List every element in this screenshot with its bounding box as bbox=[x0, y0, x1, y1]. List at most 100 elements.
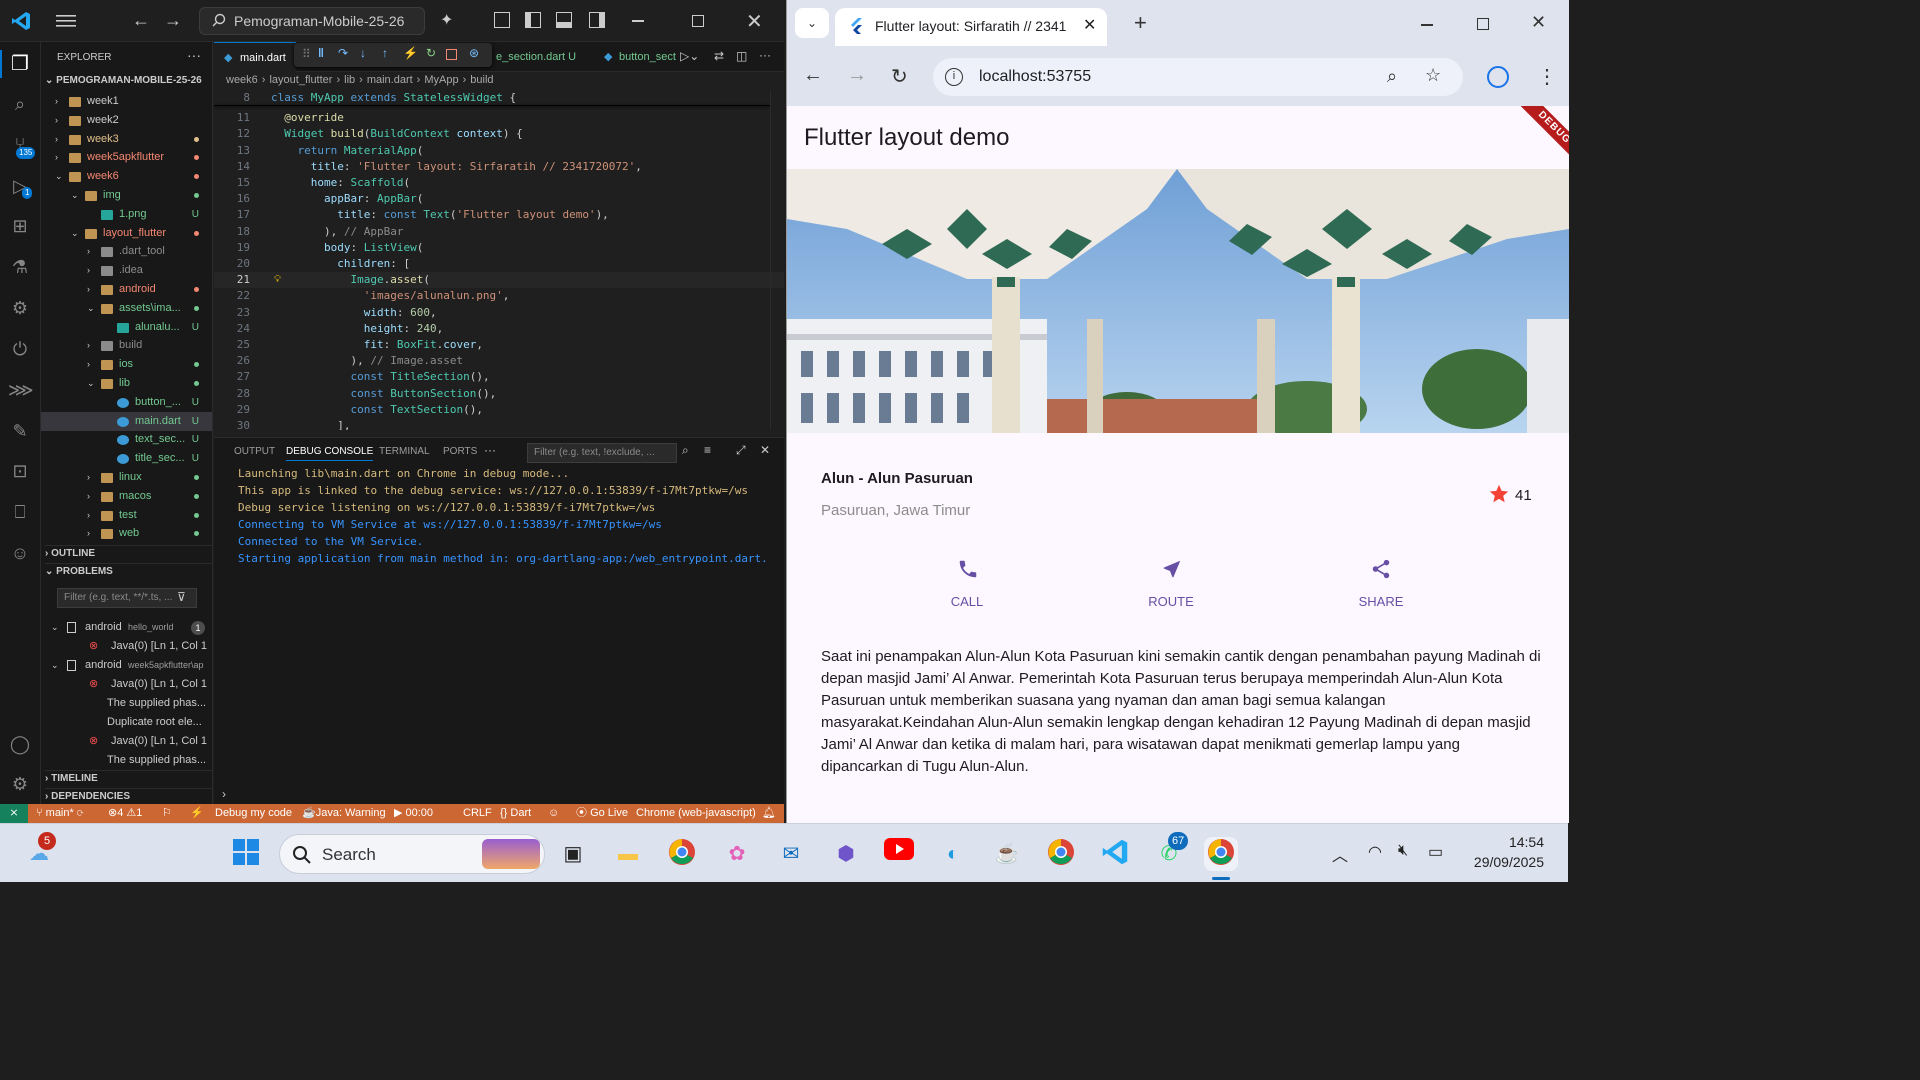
forward-arrow-icon[interactable]: → bbox=[164, 10, 182, 31]
run-icon[interactable]: ▷⌄ bbox=[680, 49, 699, 63]
breadcrumb-item[interactable]: build bbox=[470, 74, 493, 86]
tree-item[interactable]: ⌄ img bbox=[41, 186, 212, 205]
chrome-menu-icon[interactable]: ⋮ bbox=[1537, 64, 1557, 89]
command-search-box[interactable]: Pemograman-Mobile-25-26 bbox=[199, 7, 425, 35]
breadcrumb-item[interactable]: main.dart bbox=[367, 74, 413, 86]
site-info-icon[interactable]: i bbox=[945, 68, 963, 86]
breadcrumb-item[interactable]: layout_flutter bbox=[269, 74, 332, 86]
route-button[interactable]: ROUTE bbox=[1131, 556, 1211, 616]
tree-item[interactable]: › week2 bbox=[41, 111, 212, 130]
problem-item[interactable]: ⌄ android week5apkflutter\ap bbox=[41, 656, 212, 675]
account-icon[interactable]: ◯ bbox=[8, 732, 32, 756]
back-arrow-icon[interactable]: ← bbox=[132, 10, 150, 31]
tab-search-button[interactable]: ⌄ bbox=[795, 8, 829, 38]
close-icon[interactable]: ✕ bbox=[746, 9, 763, 34]
profile-icon[interactable] bbox=[1487, 66, 1509, 88]
chrome-icon[interactable] bbox=[665, 837, 699, 871]
testing-icon[interactable]: ⚗ bbox=[8, 255, 32, 279]
status-language[interactable]: {} Dart bbox=[500, 804, 531, 823]
tab-close-icon[interactable]: ✕ bbox=[1083, 15, 1096, 35]
layout-panels-icon[interactable] bbox=[494, 12, 510, 28]
tree-item[interactable]: button_... U bbox=[41, 393, 212, 412]
wifi-icon[interactable]: ◠ bbox=[1368, 842, 1382, 862]
toggle-sidebar-icon[interactable] bbox=[525, 12, 541, 28]
console-filter-input[interactable]: Filter (e.g. text, !exclude, ... bbox=[527, 443, 677, 463]
status-eol[interactable]: CRLF bbox=[463, 804, 492, 823]
problems-section[interactable]: ⌄ PROBLEMS bbox=[45, 563, 212, 577]
panel-tab[interactable]: PORTS bbox=[443, 446, 477, 457]
problem-item[interactable]: Duplicate root ele... bbox=[41, 713, 212, 732]
share-button[interactable]: SHARE bbox=[1341, 556, 1421, 616]
panel-tab[interactable]: DEBUG CONSOLE bbox=[286, 446, 374, 461]
remote-indicator-icon[interactable]: ⨯ bbox=[0, 804, 28, 823]
status-debug-config[interactable]: Debug my code bbox=[215, 804, 292, 823]
edge-icon[interactable]: ◐ bbox=[936, 837, 970, 871]
status-branch[interactable]: ⑂ main* ⟳ bbox=[36, 804, 83, 823]
dependencies-section[interactable]: › DEPENDENCIES bbox=[45, 788, 212, 802]
breadcrumb-item[interactable]: lib bbox=[344, 74, 355, 86]
outline-section[interactable]: › OUTLINE bbox=[45, 545, 212, 559]
tree-item[interactable]: › test bbox=[41, 506, 212, 525]
copilot-chat-icon[interactable]: ☺ bbox=[8, 541, 32, 565]
remote-icon[interactable]: ⚙ bbox=[8, 296, 32, 320]
step-into-icon[interactable]: ↓ bbox=[360, 46, 366, 60]
minimize-icon[interactable] bbox=[632, 20, 644, 22]
problem-item[interactable]: ⊗ Java(0) [Ln 1, Col 1 bbox=[41, 675, 212, 694]
tree-item[interactable]: › macos bbox=[41, 487, 212, 506]
status-debug-icon[interactable]: ⚐ bbox=[162, 804, 172, 823]
chrome-minimize-icon[interactable] bbox=[1421, 24, 1433, 26]
problem-item[interactable]: ⌄ android hello_world 1 bbox=[41, 618, 212, 637]
tree-item[interactable]: main.dart U bbox=[41, 411, 212, 431]
breadcrumb-item[interactable]: MyApp bbox=[424, 74, 458, 86]
step-out-icon[interactable]: ↑ bbox=[382, 46, 388, 60]
zoom-icon[interactable]: ⌕ bbox=[1387, 66, 1397, 87]
youtube-icon[interactable] bbox=[882, 837, 916, 871]
tree-item[interactable]: › linux bbox=[41, 468, 212, 487]
tree-item[interactable]: › week5apkflutter bbox=[41, 148, 212, 167]
tree-item[interactable]: title_sec... U bbox=[41, 449, 212, 468]
clock-date[interactable]: 29/09/2025 bbox=[1460, 854, 1544, 870]
lightbulb-icon[interactable]: 💡︎ bbox=[274, 272, 281, 288]
tree-item[interactable]: ⌄ assets\ima... bbox=[41, 299, 212, 318]
minimap-scrollbar[interactable] bbox=[770, 90, 784, 430]
clear-console-icon[interactable]: ≡ bbox=[704, 443, 711, 457]
reload-icon[interactable]: ↻ bbox=[891, 64, 908, 89]
toggle-secondary-icon[interactable] bbox=[589, 12, 605, 28]
status-device[interactable]: Chrome (web-javascript) bbox=[636, 804, 756, 823]
tree-item[interactable]: 1.png U bbox=[41, 205, 212, 224]
problem-item[interactable]: ⊗ Java(0) [Ln 1, Col 1 bbox=[41, 637, 212, 656]
stop-icon[interactable] bbox=[446, 49, 457, 60]
panel-tab[interactable]: OUTPUT bbox=[234, 446, 275, 457]
show-hidden-icons-icon[interactable]: ︿ bbox=[1332, 842, 1348, 866]
docker-icon[interactable]: ⏻ bbox=[8, 337, 32, 361]
tree-item[interactable]: ⌄ week6 bbox=[41, 167, 212, 186]
chrome-profile-icon[interactable] bbox=[1044, 837, 1078, 871]
tree-item[interactable]: text_sec... U bbox=[41, 430, 212, 449]
tree-item[interactable]: › android bbox=[41, 280, 212, 299]
step-over-icon[interactable]: ↷ bbox=[338, 46, 348, 60]
workspace-root[interactable]: ⌄ PEMOGRAMAN-MOBILE-25-26 bbox=[45, 75, 202, 86]
breadcrumb-item[interactable]: week6 bbox=[226, 74, 258, 86]
file-explorer-icon[interactable]: ▬ bbox=[611, 837, 645, 871]
explorer-icon[interactable]: ❐ bbox=[8, 52, 32, 76]
inspect-icon[interactable]: ⊡ bbox=[8, 459, 32, 483]
flutter-icon[interactable]: ⋙ bbox=[8, 378, 34, 402]
tree-item[interactable]: › .idea bbox=[41, 261, 212, 280]
devtools-icon[interactable]: ⊛ bbox=[469, 46, 479, 60]
new-tab-icon[interactable]: + bbox=[1134, 10, 1147, 36]
find-icon[interactable]: ⌕ bbox=[682, 443, 689, 458]
search-view-icon[interactable]: ⌕ bbox=[8, 92, 32, 116]
console-prompt-icon[interactable]: › bbox=[222, 787, 226, 801]
problem-item[interactable]: ⊗ Java(0) [Ln 1, Col 1 bbox=[41, 732, 212, 751]
tree-item[interactable]: ⌄ layout_flutter bbox=[41, 224, 212, 243]
copilot-icon[interactable]: ✦ bbox=[440, 10, 453, 30]
call-button[interactable]: CALL bbox=[927, 556, 1007, 616]
extensions-icon[interactable]: ⊞ bbox=[8, 214, 32, 238]
vscode-taskbar-icon[interactable] bbox=[1098, 837, 1132, 871]
status-flash-icon[interactable]: ⚡ bbox=[190, 804, 204, 823]
start-windows-icon[interactable] bbox=[229, 837, 263, 871]
close-panel-icon[interactable]: ✕ bbox=[760, 443, 770, 457]
timeline-section[interactable]: › TIMELINE bbox=[45, 770, 212, 784]
tree-item[interactable]: › build bbox=[41, 336, 212, 355]
status-copilot-icon[interactable]: ☺ bbox=[548, 804, 559, 823]
